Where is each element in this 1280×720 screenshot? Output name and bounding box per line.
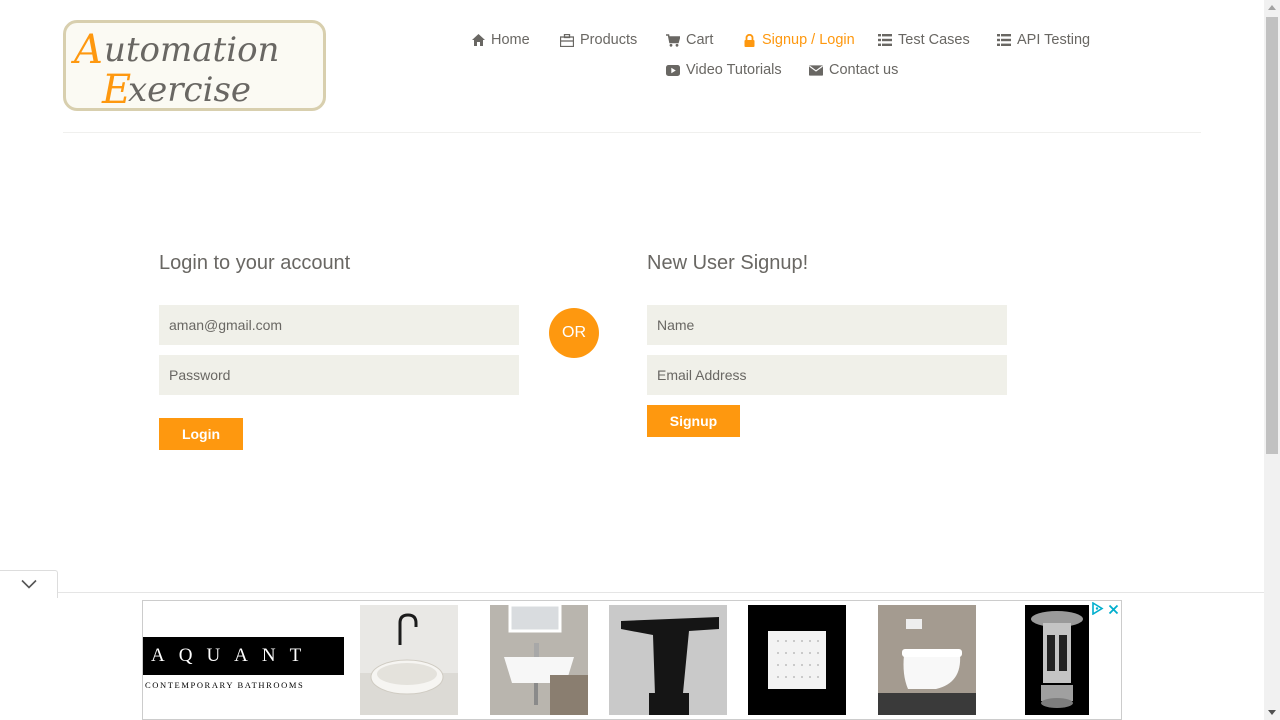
ad-product-toilet-image[interactable] [878,605,976,715]
briefcase-icon [560,33,574,47]
ad-product-shower-head-image[interactable] [748,605,846,715]
nav-home-label: Home [491,32,530,48]
nav-products-label: Products [580,32,638,48]
logo-text-line1: utomation [104,30,279,70]
nav-signup-login-label: Signup / Login [762,32,855,48]
ad-product-waste-image[interactable] [1025,605,1089,715]
or-divider: OR [549,308,599,358]
nav-contact-us-label: Contact us [829,62,899,78]
nav-home[interactable]: Home [471,28,530,52]
ad-bar-divider [58,592,1264,593]
nav-cart-label: Cart [686,32,714,48]
nav-cart[interactable]: Cart [666,28,713,52]
site-logo[interactable]: A utomation E xercise [63,20,326,111]
home-icon [471,33,485,47]
page-scrollbar[interactable] [1264,0,1280,720]
close-ad-icon[interactable] [1108,602,1119,620]
adchoices-icon[interactable] [1091,601,1104,620]
login-button[interactable]: Login [159,418,243,450]
header-divider [63,132,1201,133]
cart-icon [666,33,680,47]
lock-icon [742,33,756,47]
ad-collapse-toggle[interactable] [0,570,58,598]
signup-button[interactable]: Signup [647,405,740,437]
list-icon [878,33,892,47]
signup-name-input[interactable] [647,305,1007,345]
scrollbar-thumb[interactable] [1266,17,1278,454]
nav-products[interactable]: Products [560,28,637,52]
envelope-icon [809,63,823,77]
nav-api-testing-label: API Testing [1017,32,1091,48]
ad-product-faucet-image[interactable] [609,605,727,715]
nav-contact-us[interactable]: Contact us [809,58,898,82]
logo-text-line2: xercise [128,70,251,108]
chevron-down-icon [20,576,37,594]
nav-test-cases-label: Test Cases [898,32,970,48]
nav-video-tutorials[interactable]: Video Tutorials [666,58,782,82]
list-icon [997,33,1011,47]
logo-initial-a: A [70,27,103,73]
ad-brand-name: AQUANT [143,637,344,675]
scroll-up-arrow-icon[interactable] [1268,5,1276,10]
nav-test-cases[interactable]: Test Cases [878,28,970,52]
ad-brand-logo: AQUANT CONTEMPORARY BATHROOMS [143,637,344,691]
nav-signup-login[interactable]: Signup / Login [742,28,855,52]
logo-initial-e: E [101,67,131,108]
signup-email-input[interactable] [647,355,1007,395]
ad-banner[interactable]: AQUANT CONTEMPORARY BATHROOMS [142,600,1122,720]
ad-product-corner-basin-image[interactable] [490,605,588,715]
login-title: Login to your account [159,252,351,274]
site-header: A utomation E xercise Home Products Cart [0,0,1264,133]
signup-title: New User Signup! [647,252,809,274]
ad-controls [1091,601,1119,620]
nav-video-tutorials-label: Video Tutorials [686,62,782,78]
ad-product-basin-image[interactable] [360,605,458,715]
login-password-input[interactable] [159,355,519,395]
youtube-play-icon [666,63,680,77]
scroll-down-arrow-icon[interactable] [1268,710,1276,715]
login-email-input[interactable] [159,305,519,345]
ad-brand-tagline: CONTEMPORARY BATHROOMS [145,680,305,690]
nav-api-testing[interactable]: API Testing [997,28,1090,52]
